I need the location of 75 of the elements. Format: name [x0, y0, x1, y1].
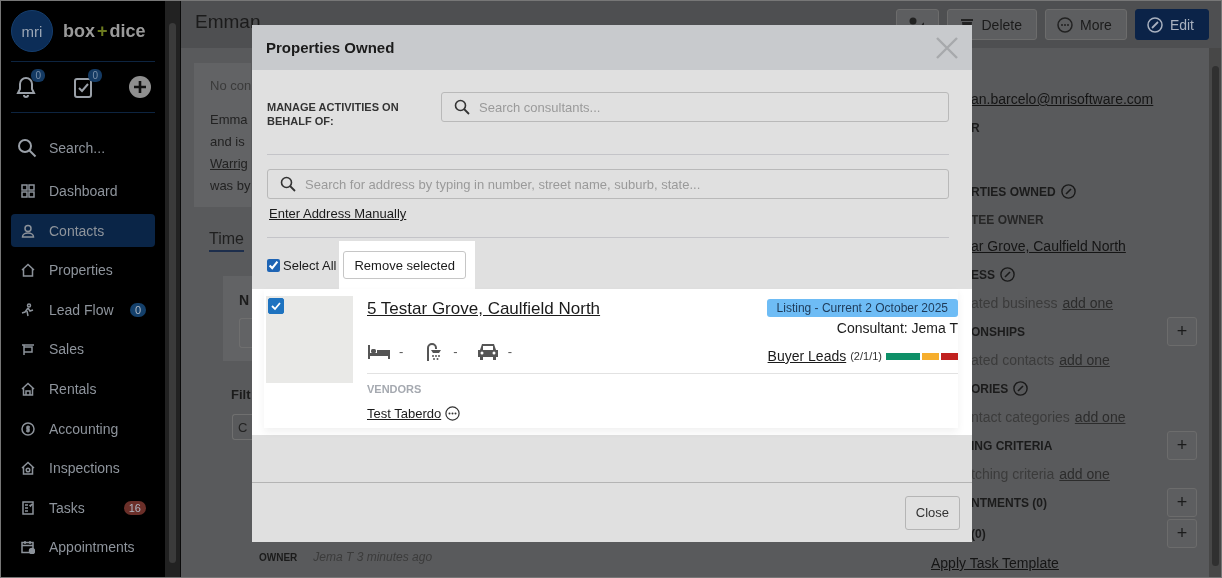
- section-heading: ORIES: [971, 381, 1009, 396]
- feature-count: -: [399, 343, 404, 359]
- dialog-title: Properties Owned: [266, 39, 395, 56]
- sidebar-item[interactable]: Accounting: [11, 412, 155, 446]
- select-all-label[interactable]: Select All: [283, 257, 337, 273]
- section-heading: ONSHIPS: [971, 324, 1025, 339]
- contacts-icon: [21, 223, 35, 238]
- edit-icon[interactable]: [1013, 381, 1029, 396]
- sidebar-item[interactable]: Tasks 16: [11, 491, 155, 525]
- summary-text: and is: [210, 133, 246, 151]
- inspections-icon: [21, 461, 35, 476]
- owner-label: OWNER: [259, 551, 298, 563]
- bell-icon[interactable]: [15, 75, 37, 99]
- sidebar-item[interactable]: Rentals: [11, 372, 155, 406]
- sidebar-item[interactable]: Inspections: [11, 451, 155, 485]
- summary-text: was by: [210, 177, 251, 195]
- scrollbar[interactable]: [165, 1, 181, 577]
- add-icon[interactable]: [129, 76, 151, 98]
- edit-icon[interactable]: [1060, 184, 1076, 199]
- sidebar-item[interactable]: Contacts: [11, 214, 155, 248]
- count-badge: 16: [123, 500, 146, 515]
- sidebar-item[interactable]: Lead Flow 0: [11, 293, 155, 327]
- property-checkbox[interactable]: [268, 298, 284, 314]
- tasks-icon: [21, 500, 35, 515]
- sidebar-item[interactable]: Properties: [11, 253, 155, 287]
- notification-count-badge: 0: [31, 69, 45, 82]
- filter-heading: Filt: [231, 387, 251, 402]
- enter-address-manually-link[interactable]: Enter Address Manually: [269, 206, 407, 221]
- edit-icon[interactable]: [1000, 267, 1015, 282]
- count-badge: 0: [129, 302, 146, 317]
- edit-icon: [1146, 16, 1163, 33]
- dashboard-icon: [21, 184, 35, 199]
- section-heading: RTIES OWNED: [971, 184, 1056, 199]
- buyer-leads-link[interactable]: Buyer Leads: [767, 348, 847, 364]
- vendor-link[interactable]: Test Taberdo: [367, 406, 442, 421]
- vendors-label: VENDORS: [367, 383, 423, 395]
- sidebar-item[interactable]: Appointments: [11, 530, 155, 564]
- section-heading: ESS: [971, 267, 995, 282]
- task-checklist-icon[interactable]: [72, 75, 94, 99]
- leadflow-icon: [21, 302, 35, 317]
- more-icon: [1056, 16, 1073, 33]
- appointments-icon: [21, 540, 35, 555]
- close-button[interactable]: Close: [904, 495, 960, 530]
- car-icon: [475, 341, 500, 361]
- accounting-icon: [21, 421, 35, 436]
- address-search-field[interactable]: Search for address by typing in number, street name, suburb, state...: [267, 169, 949, 199]
- brand-name: box+dice: [63, 20, 146, 42]
- properties-icon: [21, 263, 35, 278]
- sales-icon: [21, 342, 35, 357]
- sidebar-search[interactable]: Search...: [11, 128, 155, 168]
- section-heading: (0): [971, 526, 986, 541]
- property-address-link[interactable]: 5 Testar Grove, Caulfield North: [367, 299, 601, 319]
- consultant-search-field[interactable]: Search consultants...: [441, 92, 949, 122]
- buyer-leads-counts: (2/1/1): [850, 350, 882, 362]
- feature-count: -: [453, 343, 458, 359]
- sidebar-item[interactable]: Dashboard: [11, 174, 155, 208]
- note-heading: N: [239, 292, 251, 308]
- feature-count: -: [507, 343, 513, 359]
- summary-text: Emma: [210, 111, 249, 129]
- section-heading: R: [971, 120, 980, 135]
- rentals-icon: [21, 382, 35, 397]
- select-all-checkbox[interactable]: [267, 258, 280, 272]
- section-heading: NTMENTS (0): [971, 495, 1047, 510]
- sidebar-item[interactable]: Sales: [11, 332, 155, 366]
- listing-status-badge: Listing - Current 2 October 2025: [766, 299, 958, 317]
- section-heading: ING CRITERIA: [971, 438, 1053, 453]
- scrollbar[interactable]: [1209, 48, 1221, 577]
- consultant-text: Consultant: Jema T: [836, 320, 958, 336]
- task-count-badge: 0: [88, 69, 102, 82]
- brand-logo-mark: mri: [11, 10, 53, 52]
- edit-button[interactable]: Edit: [1134, 9, 1209, 40]
- search-icon: [17, 138, 37, 158]
- remove-selected-button[interactable]: Remove selected: [343, 251, 466, 279]
- more-icon[interactable]: [445, 406, 461, 421]
- behalf-label: MANAGE ACTIVITIES ON BEHALF OF:: [267, 100, 400, 128]
